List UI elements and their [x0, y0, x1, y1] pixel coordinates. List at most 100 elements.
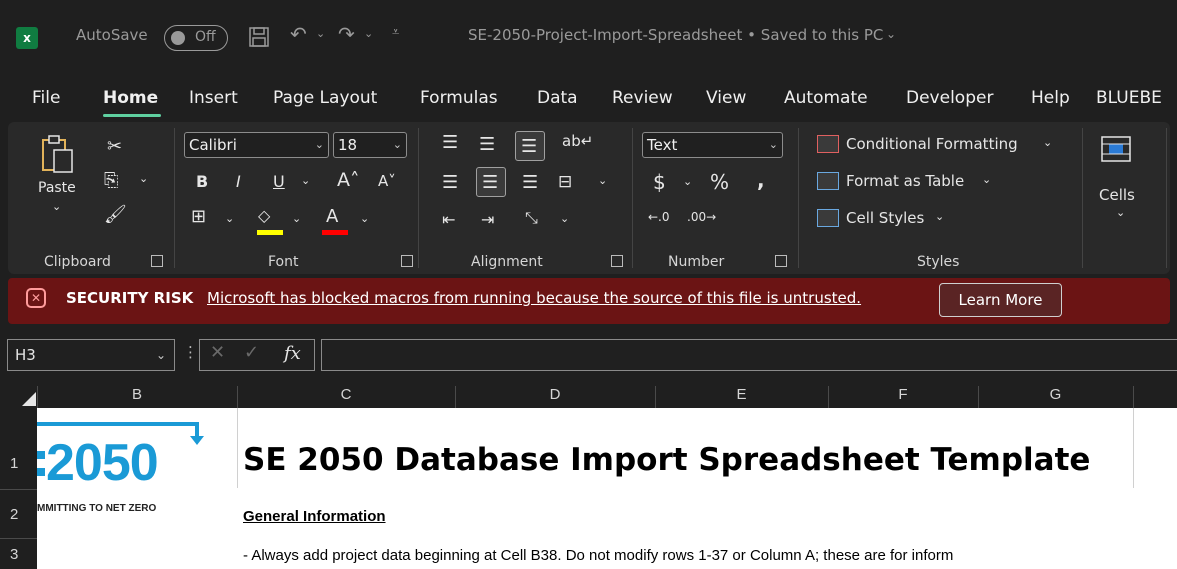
more-options-icon[interactable]: ⋮: [183, 343, 198, 361]
row-header-2[interactable]: 2: [0, 506, 37, 523]
tab-home[interactable]: Home: [103, 88, 158, 108]
font-color-icon[interactable]: A: [326, 206, 338, 227]
comma-style-icon[interactable]: ,: [757, 168, 765, 192]
align-top-icon[interactable]: ☰: [442, 132, 458, 153]
tab-automate[interactable]: Automate: [784, 88, 868, 108]
font-name-select[interactable]: Calibri ⌄: [184, 132, 329, 158]
number-launcher-icon[interactable]: [775, 255, 787, 267]
column-header-e[interactable]: E: [655, 386, 828, 403]
alignment-launcher-icon[interactable]: [611, 255, 623, 267]
chevron-down-icon[interactable]: ⌄: [156, 340, 166, 370]
format-as-table-icon: [817, 172, 839, 190]
tab-developer[interactable]: Developer: [906, 88, 993, 108]
conditional-formatting-button[interactable]: Conditional Formatting: [846, 135, 1018, 153]
tab-file[interactable]: File: [32, 88, 60, 108]
column-header-f[interactable]: F: [828, 386, 978, 403]
row3-instructions[interactable]: - Always add project data beginning at C…: [243, 547, 953, 564]
formula-input[interactable]: [321, 339, 1177, 371]
redo-icon[interactable]: ↷: [338, 22, 355, 46]
insert-function-icon[interactable]: fx: [284, 343, 301, 364]
format-as-table-chevron-icon[interactable]: ⌄: [982, 173, 991, 186]
cancel-icon[interactable]: ✕: [210, 342, 225, 363]
select-all-icon[interactable]: [22, 392, 36, 406]
tab-page-layout[interactable]: Page Layout: [273, 88, 377, 108]
column-header-d[interactable]: D: [455, 386, 655, 403]
customize-toolbar-icon[interactable]: ⩡: [392, 25, 399, 40]
row-header-1[interactable]: 1: [0, 455, 37, 472]
section-heading[interactable]: General Information: [243, 508, 386, 525]
align-center-icon[interactable]: ☰: [482, 172, 498, 193]
cells-label[interactable]: Cells: [1099, 186, 1135, 204]
tab-insert[interactable]: Insert: [189, 88, 238, 108]
borders-icon[interactable]: ⊞: [191, 206, 206, 227]
italic-icon[interactable]: I: [236, 172, 241, 191]
percent-icon[interactable]: %: [710, 170, 729, 194]
increase-decimal-icon[interactable]: ←.0: [648, 210, 670, 224]
decrease-font-icon[interactable]: A˅: [378, 172, 396, 190]
autosave-toggle[interactable]: Off: [164, 25, 228, 51]
increase-font-icon[interactable]: A˄: [337, 169, 360, 191]
cells-icon[interactable]: [1100, 133, 1132, 165]
align-left-icon[interactable]: ☰: [442, 172, 458, 193]
bold-icon[interactable]: B: [196, 172, 208, 191]
currency-icon[interactable]: $: [653, 170, 666, 194]
format-as-table-button[interactable]: Format as Table: [846, 172, 964, 190]
cells-chevron-icon[interactable]: ⌄: [1116, 206, 1125, 219]
align-middle-icon[interactable]: ☰: [479, 134, 495, 155]
font-launcher-icon[interactable]: [401, 255, 413, 267]
orientation-chevron-icon[interactable]: ⌄: [560, 212, 569, 225]
document-title[interactable]: SE-2050-Project-Import-Spreadsheet • Sav…: [468, 26, 883, 44]
security-message-link[interactable]: Microsoft has blocked macros from runnin…: [207, 289, 861, 307]
font-size-select[interactable]: 18 ⌄: [333, 132, 407, 158]
font-color-chevron-icon[interactable]: ⌄: [360, 212, 369, 225]
fill-chevron-icon[interactable]: ⌄: [292, 212, 301, 225]
paste-icon[interactable]: [40, 134, 76, 174]
security-title: SECURITY RISK: [66, 289, 194, 307]
column-header-g[interactable]: G: [978, 386, 1133, 403]
conditional-formatting-chevron-icon[interactable]: ⌄: [1043, 136, 1052, 149]
align-bottom-icon[interactable]: ☰: [521, 136, 537, 157]
column-header-b[interactable]: B: [37, 386, 237, 403]
enter-icon[interactable]: ✓: [244, 342, 259, 363]
orientation-icon[interactable]: ⤡: [525, 208, 538, 228]
format-painter-icon[interactable]: 🖌: [104, 204, 127, 225]
underline-icon[interactable]: U: [273, 172, 285, 191]
copy-chevron-icon[interactable]: ⌄: [139, 172, 148, 185]
underline-chevron-icon[interactable]: ⌄: [301, 174, 310, 187]
merge-center-icon[interactable]: ⊟: [558, 172, 572, 192]
decrease-decimal-icon[interactable]: .00→: [687, 210, 716, 224]
number-format-select[interactable]: Text ⌄: [642, 132, 783, 158]
currency-chevron-icon[interactable]: ⌄: [683, 175, 692, 188]
clipboard-launcher-icon[interactable]: [151, 255, 163, 267]
align-right-icon[interactable]: ☰: [522, 172, 538, 193]
cell-styles-button[interactable]: Cell Styles: [846, 209, 924, 227]
row-divider: [0, 538, 37, 539]
undo-chevron-icon[interactable]: ⌄: [316, 27, 325, 40]
copy-icon[interactable]: ⎘: [104, 170, 118, 191]
save-icon[interactable]: [248, 26, 270, 48]
decrease-indent-icon[interactable]: ⇤: [442, 210, 455, 229]
row-header-3[interactable]: 3: [0, 546, 37, 563]
tab-formulas[interactable]: Formulas: [420, 88, 498, 108]
learn-more-button[interactable]: Learn More: [939, 283, 1062, 317]
fill-color-icon[interactable]: ◇: [258, 206, 270, 225]
paste-label[interactable]: Paste: [38, 180, 76, 196]
sheet-title[interactable]: SE 2050 Database Import Spreadsheet Temp…: [243, 442, 1090, 478]
undo-icon[interactable]: ↶: [290, 22, 307, 46]
cut-icon[interactable]: ✂: [107, 136, 122, 157]
tab-bluebeam[interactable]: BLUEBE: [1096, 88, 1162, 108]
wrap-text-icon[interactable]: ab↵: [562, 132, 593, 150]
tab-view[interactable]: View: [706, 88, 746, 108]
paste-chevron-icon[interactable]: ⌄: [52, 200, 61, 213]
tab-data[interactable]: Data: [537, 88, 578, 108]
tab-help[interactable]: Help: [1031, 88, 1070, 108]
column-header-c[interactable]: C: [237, 386, 455, 403]
tab-review[interactable]: Review: [612, 88, 673, 108]
title-chevron-icon[interactable]: ⌄: [886, 27, 896, 41]
redo-chevron-icon[interactable]: ⌄: [364, 27, 373, 40]
increase-indent-icon[interactable]: ⇥: [481, 210, 494, 229]
borders-chevron-icon[interactable]: ⌄: [225, 212, 234, 225]
merge-chevron-icon[interactable]: ⌄: [598, 174, 607, 187]
name-box[interactable]: H3 ⌄: [7, 339, 175, 371]
cell-styles-chevron-icon[interactable]: ⌄: [935, 210, 944, 223]
